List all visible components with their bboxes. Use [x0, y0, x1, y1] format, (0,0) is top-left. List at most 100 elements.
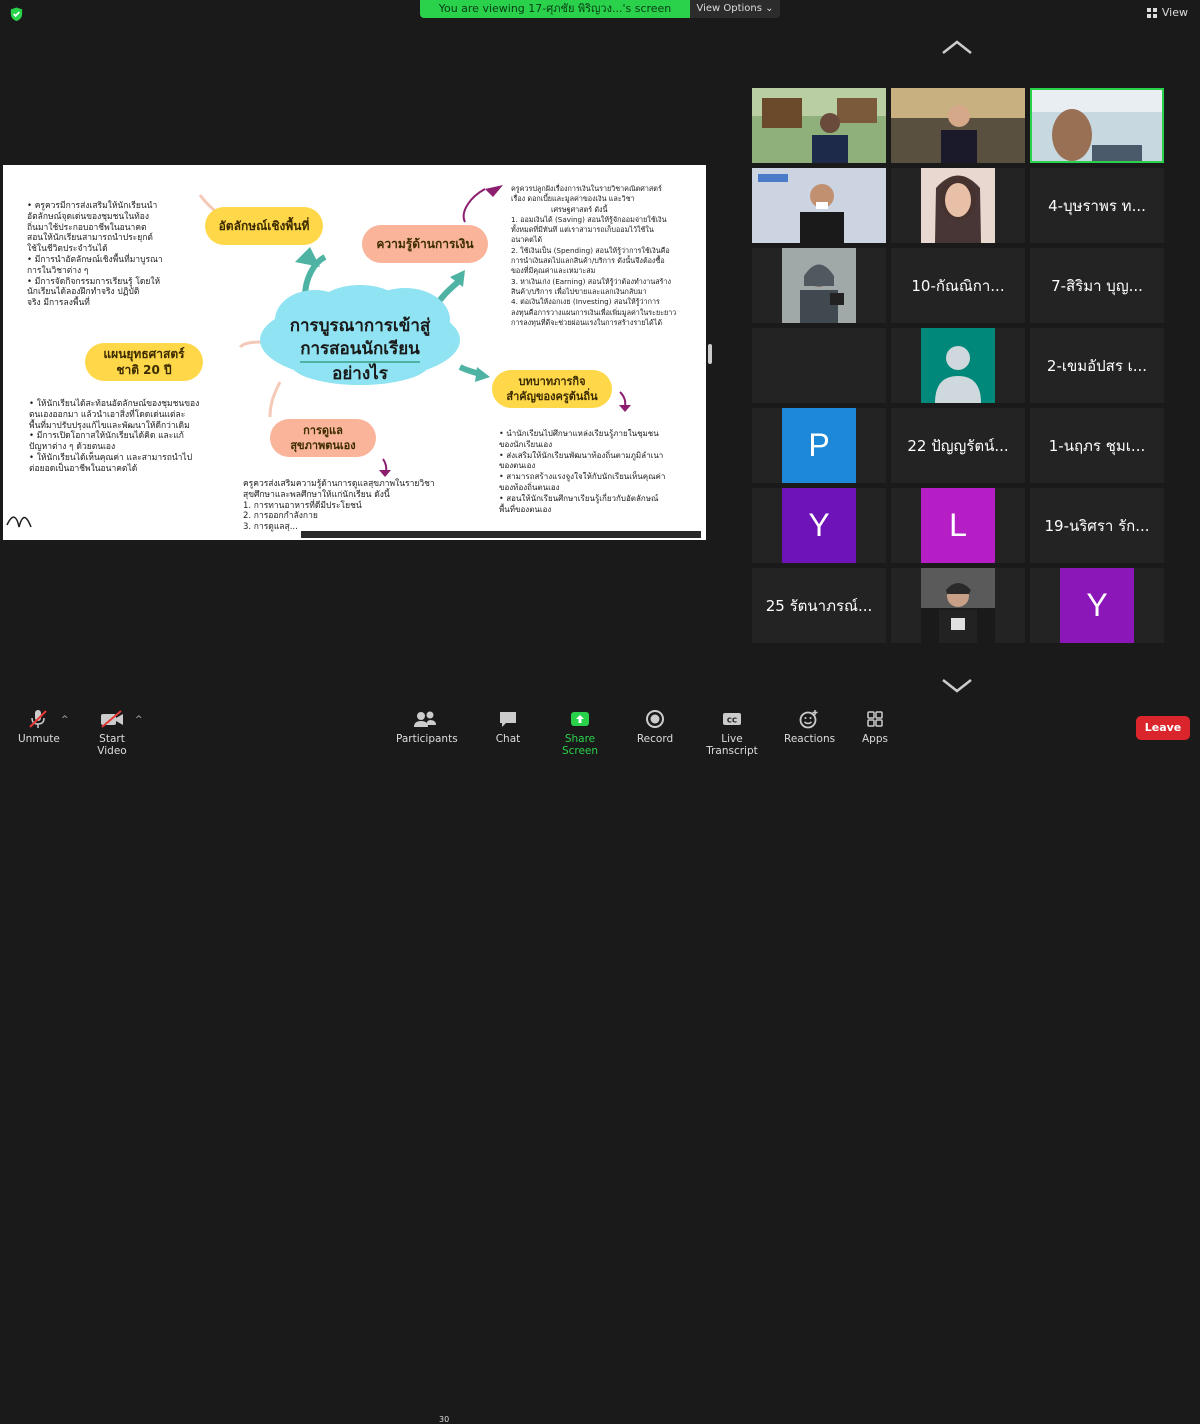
text-line: ของนักเรียนเอง: [499, 439, 553, 449]
apps-icon: [867, 711, 883, 727]
text-line: การลงทุนที่ดีจะช่วยผ่อนแรงในการสร้างรายไ…: [511, 317, 662, 327]
text-line: สินค้า/บริการ เพื่อไปขายและแลกเงินกลับมา: [511, 286, 647, 296]
text-line: • ให้นักเรียนได้สะท้อนอัตลักษณ์ของชุมชนข…: [29, 399, 200, 409]
participant-tile-blank[interactable]: [752, 328, 886, 403]
record-label: Record: [636, 733, 674, 745]
video-feed: [921, 168, 995, 243]
participant-tile[interactable]: 22 ปัญญรัตน์...: [891, 408, 1025, 483]
chat-button[interactable]: Chat: [491, 709, 525, 745]
video-feed: [891, 88, 1025, 163]
view-options-button[interactable]: View Options ⌄: [690, 0, 780, 18]
video-feed: [752, 168, 886, 243]
share-screen-label: Share Screen: [561, 733, 599, 757]
chevron-down-icon[interactable]: [940, 676, 974, 694]
participant-tile[interactable]: 7-สิริมา บุญ...: [1030, 248, 1164, 323]
text-line: อัตลักษณ์จุดเด่นของชุมชนในท้อง: [27, 211, 150, 222]
participant-tile[interactable]: [891, 568, 1025, 643]
participant-tile[interactable]: P: [752, 408, 886, 483]
view-label: View: [1161, 6, 1188, 19]
audio-options-caret[interactable]: ^: [61, 715, 69, 725]
identity-text: • ครูควรมีการส่งเสริมให้นักเรียนนำ อัตลั…: [27, 201, 207, 309]
participant-count-badge: 30: [439, 1415, 450, 1424]
text-line: • ครูควรมีการส่งเสริมให้นักเรียนนำ: [27, 201, 158, 211]
record-button[interactable]: Record: [636, 709, 674, 745]
text-line: • ให้นักเรียนได้เห็นคุณค่า และสามารถนำไป: [29, 452, 193, 463]
participants-icon: [414, 711, 436, 727]
participant-tile[interactable]: [891, 328, 1025, 403]
slide-bottom-bar: [301, 531, 701, 538]
text-line: ถิ่นมาใช้ประกอบอาชีพในอนาคต: [27, 222, 147, 233]
participant-tile[interactable]: 4-บุษราพร ท...: [1030, 168, 1164, 243]
participants-button[interactable]: Participants: [396, 709, 458, 745]
text-line: จริง มีการลงพื้นที่: [27, 298, 90, 309]
avatar-letter: Y: [782, 488, 856, 563]
text-line: • มีการจัดกิจกรรมการเรียนรู้ โดยให้: [27, 276, 161, 287]
reactions-label: Reactions: [784, 733, 836, 745]
chevron-up-icon[interactable]: [940, 38, 974, 56]
text-line: ตนเองออกมา แล้วนำเอาสิ่งที่โดดเด่นแต่ละ: [29, 409, 186, 420]
leave-button[interactable]: Leave: [1136, 716, 1190, 740]
participant-tile[interactable]: 2-เขมอัปสร เ...: [1030, 328, 1164, 403]
participant-tile[interactable]: L: [891, 488, 1025, 563]
text-line: สุขศึกษาและพลศึกษาให้แก่นักเรียน ดังนี้: [243, 489, 390, 500]
text-line: การนำเงินสดไปแลกสินค้า/บริการ ดังนั้นจึง…: [511, 256, 665, 266]
text-line: 3. หาเงินเก่ง (Earning) สอนให้รู้ว่าต้อง…: [511, 276, 672, 286]
participant-name: 19-นริศรา รัก...: [1044, 516, 1150, 535]
text-line: การในวิชาต่าง ๆ: [27, 265, 89, 276]
start-video-label: Start Video: [97, 733, 127, 757]
text-line: ทั้งหมดที่มีทันที แต่เราสามารถเก็บออมไว้…: [511, 225, 654, 235]
reactions-button[interactable]: Reactions: [784, 709, 836, 745]
shared-screen[interactable]: การบูรณาการเข้าสู่ การสอนนักเรียน อย่างไ…: [3, 165, 706, 540]
participant-name: 22 ปัญญรัตน์...: [907, 436, 1009, 455]
text-line: ลงทุนคือการวางแผนการเงินเพื่อเพิ่มมูลค่า…: [511, 307, 677, 317]
microphone-muted-icon: [29, 710, 47, 728]
participant-tile[interactable]: [891, 88, 1025, 163]
avatar-letter: Y: [1060, 568, 1134, 643]
participant-tile[interactable]: [752, 88, 886, 163]
text-line: เศรษฐศาสตร์ ดังนี้: [551, 204, 608, 214]
text-line: นักเรียนได้ลองฝึกทำจริง ปฏิบัติ: [27, 287, 140, 298]
participant-tile[interactable]: 25 รัตนาภรณ์...: [752, 568, 886, 643]
text-line: • มีการเปิดโอกาสให้นักเรียนได้คิด และแก้: [29, 431, 184, 442]
chat-bubble-icon: [500, 712, 516, 727]
participant-name: 7-สิริมา บุญ...: [1051, 276, 1143, 295]
resize-handle[interactable]: [708, 344, 712, 364]
participant-tile[interactable]: [752, 168, 886, 243]
text-line: สอนให้นักเรียนสามารถนำประยุกต์: [27, 233, 153, 244]
participant-tile[interactable]: Y: [1030, 568, 1164, 643]
video-feed: [921, 568, 995, 643]
participant-tile[interactable]: 10-กัณณิกา...: [891, 248, 1025, 323]
text-line: ใช้ในชีวิตประจำวันได้: [27, 244, 108, 255]
view-button[interactable]: View: [1146, 6, 1188, 19]
unmute-button[interactable]: Unmute: [18, 709, 60, 745]
video-options-caret[interactable]: ^: [135, 715, 143, 725]
text-line: พื้นที่ของตนเอง: [499, 504, 552, 514]
participant-name: 25 รัตนาภรณ์...: [765, 596, 873, 615]
video-feed: [782, 248, 856, 323]
participant-name: 1-นฤภร ชุมเ...: [1048, 436, 1146, 455]
text-line: • นำนักเรียนไปศึกษาแหล่งเรียนรู้ภายในชุม…: [499, 429, 659, 438]
participant-name: 10-กัณณิกา...: [911, 276, 1005, 295]
text-line: ของที่มีคุณค่าและเหมาะสม: [511, 266, 596, 276]
video-feed: [752, 88, 886, 163]
text-line: ครูควรปลูกฝังเรื่องการเงินในรายวิชาคณิตศ…: [511, 184, 662, 193]
participant-tile[interactable]: [891, 168, 1025, 243]
participant-tile[interactable]: 19-นริศรา รัก...: [1030, 488, 1164, 563]
participant-tile-active[interactable]: [1030, 88, 1164, 163]
unmute-label: Unmute: [18, 733, 60, 745]
smiley-plus-icon: [799, 710, 818, 729]
view-options-label: View Options: [696, 3, 762, 14]
text-line: 2. การออกกำลังกาย: [243, 511, 318, 522]
participant-tile[interactable]: [752, 248, 886, 323]
avatar-letter: P: [782, 408, 856, 483]
apps-button[interactable]: Apps: [860, 709, 890, 745]
health-text: ครูควรส่งเสริมความรู้ด้านการดูแลสุขภาพใน…: [243, 479, 473, 533]
shield-check-icon[interactable]: [9, 6, 24, 22]
center-title-line-1: การบูรณาการเข้าสู่: [289, 316, 431, 336]
participant-tile[interactable]: 1-นฤภร ชุมเ...: [1030, 408, 1164, 483]
apps-label: Apps: [862, 733, 888, 745]
chat-label: Chat: [495, 733, 521, 745]
avatar-letter: L: [921, 488, 995, 563]
participant-name: 2-เขมอัปสร เ...: [1046, 356, 1148, 375]
participant-tile[interactable]: Y: [752, 488, 886, 563]
